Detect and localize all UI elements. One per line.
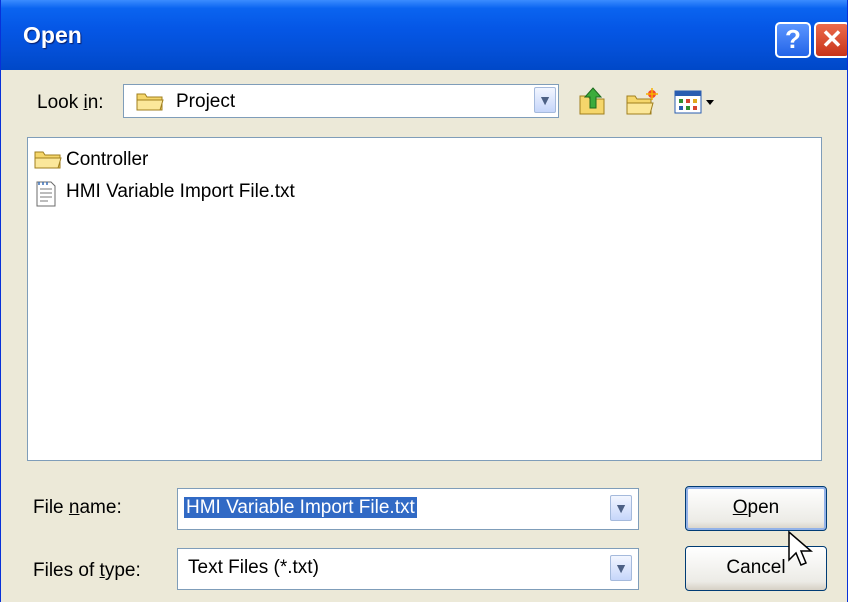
close-button[interactable]: ✕ bbox=[814, 22, 847, 58]
title-bar[interactable]: Open ? ✕ bbox=[1, 0, 847, 70]
chevron-down-icon: ▼ bbox=[614, 560, 628, 576]
files-of-type-select[interactable]: Text Files (*.txt) ▼ bbox=[177, 548, 639, 590]
text-file-icon bbox=[36, 181, 56, 207]
look-in-dropdown[interactable]: Project ▼ bbox=[123, 84, 559, 118]
chevron-down-icon: ▼ bbox=[614, 500, 628, 516]
folder-icon bbox=[34, 151, 62, 169]
list-item-label: Controller bbox=[66, 149, 149, 170]
list-item-folder[interactable]: Controller bbox=[34, 146, 214, 174]
open-button[interactable]: Open bbox=[685, 486, 827, 531]
list-item-label: HMI Variable Import File.txt bbox=[66, 181, 295, 202]
create-new-folder-icon[interactable] bbox=[625, 88, 659, 116]
file-name-input[interactable]: HMI Variable Import File.txt ▼ bbox=[177, 488, 639, 530]
files-of-type-dropdown-button[interactable]: ▼ bbox=[610, 555, 632, 581]
file-name-dropdown-button[interactable]: ▼ bbox=[610, 495, 632, 521]
chevron-down-icon: ▼ bbox=[538, 92, 552, 108]
help-icon: ? bbox=[785, 24, 801, 54]
look-in-dropdown-button[interactable]: ▼ bbox=[534, 87, 556, 113]
view-menu-icon[interactable] bbox=[673, 88, 723, 116]
files-of-type-label: Files of type: bbox=[33, 560, 141, 581]
look-in-label: Look in: bbox=[37, 92, 104, 113]
open-dialog: Open ? ✕ Look in: Project ▼ Controller H… bbox=[0, 0, 848, 602]
file-list[interactable]: Controller HMI Variable Import File.txt bbox=[27, 137, 822, 461]
help-button[interactable]: ? bbox=[775, 22, 811, 58]
folder-icon bbox=[136, 93, 164, 111]
up-one-level-icon[interactable] bbox=[577, 86, 609, 116]
mouse-cursor-icon bbox=[788, 530, 814, 566]
files-of-type-value: Text Files (*.txt) bbox=[188, 557, 319, 578]
close-icon: ✕ bbox=[821, 24, 843, 54]
file-name-label: File name: bbox=[33, 497, 122, 518]
look-in-value: Project bbox=[176, 91, 236, 112]
window-title: Open bbox=[23, 22, 82, 48]
file-name-value: HMI Variable Import File.txt bbox=[184, 497, 417, 518]
list-item-file[interactable]: HMI Variable Import File.txt bbox=[34, 178, 374, 207]
